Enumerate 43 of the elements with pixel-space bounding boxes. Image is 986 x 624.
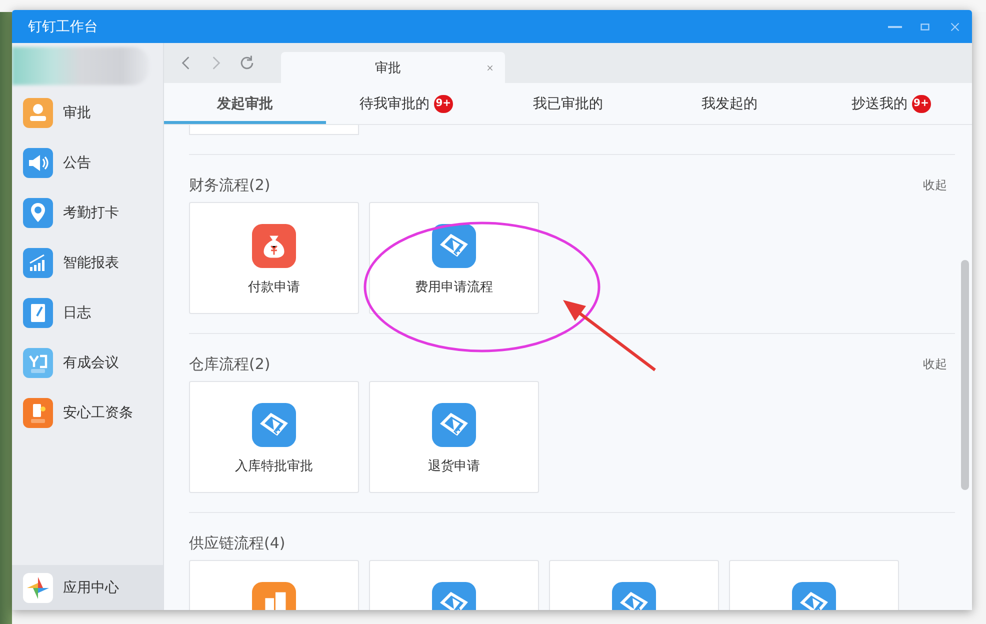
sidebar-item[interactable]: 审批 [12, 88, 163, 138]
megaphone-icon [23, 148, 53, 178]
browser-tab[interactable]: 审批 [281, 52, 505, 83]
tab-label: 我发起的 [702, 94, 758, 112]
pinwheel-icon [23, 572, 53, 602]
close-icon [485, 62, 495, 72]
app-card[interactable]: 付款申请 [189, 202, 359, 314]
minimize-icon [888, 26, 902, 28]
window-title: 钉钉工作台 [28, 18, 99, 36]
payslip-app-icon [23, 398, 53, 428]
tab[interactable]: 我发起的 [648, 83, 810, 124]
collapse-link[interactable]: 收起 [923, 176, 947, 194]
tab-label: 发起审批 [216, 94, 273, 112]
tab[interactable]: 我已审批的 [487, 83, 649, 124]
sidebar-item[interactable]: 应用中心 [12, 565, 163, 610]
location-pin-icon [23, 198, 53, 228]
sidebar-item[interactable]: 日志 [12, 288, 163, 338]
notebook-icon [23, 298, 53, 328]
browser-tab-title: 审批 [374, 60, 402, 76]
section-title: 财务流程(2) [189, 176, 270, 194]
money-bag-icon [252, 224, 296, 268]
sidebar-item[interactable]: 智能报表 [12, 238, 163, 288]
sidebar-item[interactable]: 安心工资条 [12, 388, 163, 438]
sidebar-item[interactable]: 公告 [12, 138, 163, 188]
count-badge: 9+ [912, 94, 931, 112]
app-card[interactable]: 退货申请 [369, 381, 539, 493]
tab[interactable]: 抄送我的 9+ [810, 83, 972, 124]
person-icon [23, 98, 53, 128]
app-card[interactable]: 入库特批审批 [189, 381, 359, 493]
bar-chart-icon [23, 248, 53, 278]
section-title: 仓库流程(2) [189, 354, 270, 374]
tab-label: 抄送我的 [852, 94, 908, 112]
app-card[interactable]: 费用申请流程 [369, 202, 539, 314]
scrollbar-thumb[interactable] [961, 260, 969, 490]
section-title: 供应链流程(4) [189, 534, 286, 552]
tab-label: 我已审批的 [532, 94, 603, 112]
sidebar-item[interactable]: 有成会议 [12, 338, 163, 388]
collapse-link[interactable]: 收起 [923, 356, 947, 372]
count-badge: 9+ [434, 94, 454, 112]
tab-label: 待我审批的 [360, 94, 430, 112]
meeting-app-icon [23, 348, 53, 378]
sidebar-item[interactable]: 考勤打卡 [12, 188, 163, 238]
tab[interactable]: 待我审批的 9+ [326, 83, 488, 124]
